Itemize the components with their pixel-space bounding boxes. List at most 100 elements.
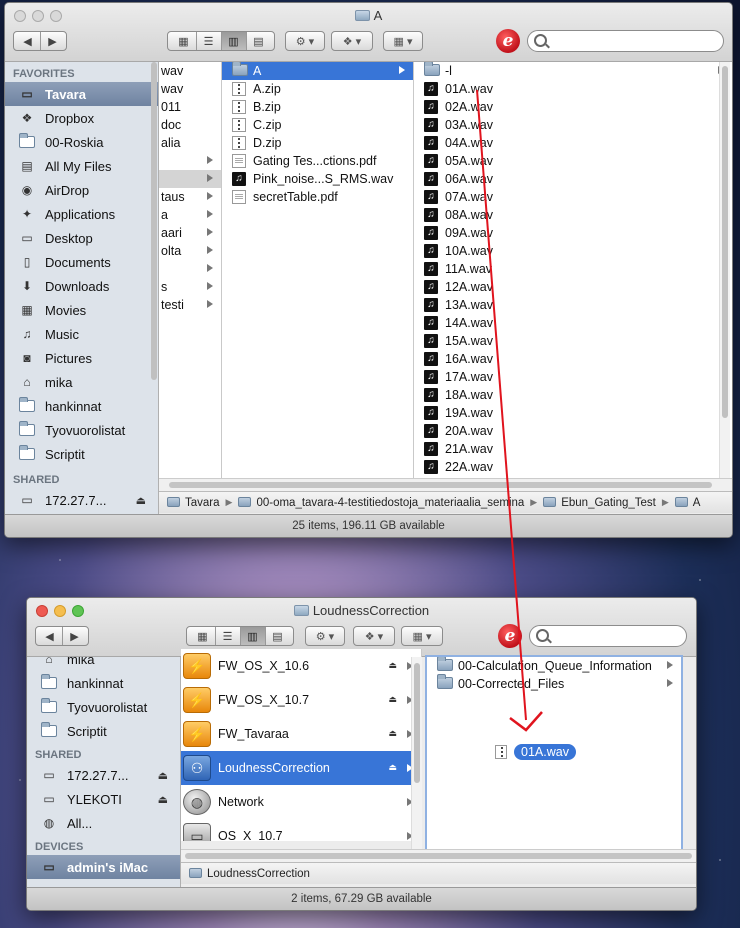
sidebar-item[interactable]: ▯ Documents	[5, 250, 158, 274]
list-item[interactable]: 00-Calculation_Queue_Information	[427, 657, 681, 675]
sidebar-item[interactable]: Scriptit	[27, 719, 180, 743]
coverflow-view-icon[interactable]: ▤	[266, 627, 290, 645]
eject-icon[interactable]: ⏏	[388, 694, 397, 705]
list-item[interactable]: ♫ Pink_noise...S_RMS.wav	[222, 170, 413, 188]
list-item[interactable]: ♫ 07A.wav	[414, 188, 732, 206]
path-segment[interactable]: A	[674, 496, 700, 509]
sidebar-item[interactable]: Scriptit	[5, 442, 158, 466]
list-item[interactable]: ♫ 18A.wav	[414, 386, 732, 404]
list-item[interactable]: B.zip	[222, 98, 413, 116]
list-item[interactable]: secretTable.pdf	[222, 188, 413, 206]
list-item[interactable]: Gating Tes...ctions.pdf	[222, 152, 413, 170]
sidebar-item[interactable]: ▭ Desktop	[5, 226, 158, 250]
dropbox-button[interactable]: ❖ ▾	[353, 626, 395, 646]
list-item[interactable]: ♫ 19A.wav	[414, 404, 732, 422]
eject-icon[interactable]: ⏏	[158, 769, 168, 782]
list-item[interactable]: ♫ 01A.wav	[414, 80, 732, 98]
list-item[interactable]: ♫ 13A.wav	[414, 296, 732, 314]
view-mode-buttons[interactable]: ▦ ☰ ▥ ▤	[167, 31, 275, 51]
forward-icon[interactable]: ▶	[63, 627, 87, 645]
list-item[interactable]: -l	[414, 62, 732, 80]
icon-view-icon[interactable]: ▦	[172, 32, 197, 50]
volume-item[interactable]: ⚇ LoudnessCorrection ⏏	[181, 751, 421, 785]
scroll-thumb[interactable]	[722, 66, 728, 418]
sidebar-item[interactable]: ⌂ mika	[27, 657, 180, 671]
sidebar-item[interactable]: Tyovuorolistat	[27, 695, 180, 719]
icon-view-icon[interactable]: ▦	[191, 627, 216, 645]
action-button[interactable]: ⚙ ▾	[285, 31, 325, 51]
column-view-icon[interactable]: ▥	[240, 627, 266, 645]
list-item[interactable]	[159, 152, 221, 170]
list-item[interactable]: ♫ 06A.wav	[414, 170, 732, 188]
sidebar-item[interactable]: ✦ Applications	[5, 202, 158, 226]
eject-icon[interactable]: ⏏	[388, 660, 397, 671]
sidebar-item[interactable]: ▭ 172.27.7... ⏏	[5, 488, 158, 512]
list-item[interactable]: ♫ 05A.wav	[414, 152, 732, 170]
list-item[interactable]: aari	[159, 224, 221, 242]
scroll-thumb[interactable]	[414, 663, 420, 783]
list-view-icon[interactable]: ☰	[216, 627, 241, 645]
titlebar[interactable]: A ◀ ▶ ▦ ☰ ▥ ▤ ⚙ ▾ ❖ ▾ ▦ ▾ e	[5, 3, 732, 62]
sidebar-item[interactable]: hankinnat	[5, 394, 158, 418]
list-item[interactable]: taus	[159, 188, 221, 206]
horizontal-scrollbar[interactable]	[159, 478, 732, 491]
list-item[interactable]: A.zip	[222, 80, 413, 98]
list-view-icon[interactable]: ☰	[197, 32, 222, 50]
search-input[interactable]	[527, 30, 724, 52]
sidebar-item[interactable]: hankinnat	[27, 671, 180, 695]
back-forward-buttons[interactable]: ◀ ▶	[13, 31, 67, 51]
scroll-thumb[interactable]	[169, 482, 712, 488]
list-item[interactable]: ♫ 22A.wav	[414, 458, 732, 476]
sidebar-item[interactable]: ▦ Movies	[5, 298, 158, 322]
e-logo-icon[interactable]: e	[496, 29, 520, 53]
list-item[interactable]: ♫ 04A.wav	[414, 134, 732, 152]
list-item[interactable]: wav	[159, 80, 221, 98]
list-item[interactable]	[159, 260, 221, 278]
path-segment[interactable]: Ebun_Gating_Test	[543, 496, 656, 509]
list-item[interactable]: ♫ 14A.wav	[414, 314, 732, 332]
list-item[interactable]: ♫ 21A.wav	[414, 440, 732, 458]
scroll-thumb[interactable]	[185, 853, 692, 859]
column-view-icon[interactable]: ▥	[221, 32, 247, 50]
dropbox-button[interactable]: ❖ ▾	[331, 31, 373, 51]
list-item[interactable]: ♫ 16A.wav	[414, 350, 732, 368]
scroll-thumb[interactable]	[151, 62, 157, 380]
sidebar-item[interactable]: ▭ Tavara	[5, 82, 158, 106]
sidebar-item[interactable]: ◍ All...	[27, 811, 180, 835]
list-item[interactable]: 00-Corrected_Files	[427, 674, 681, 693]
sidebar-item[interactable]: ▭ admin's iMac	[27, 855, 180, 879]
sidebar-item[interactable]: ▤ All My Files	[5, 154, 158, 178]
horizontal-scrollbar[interactable]	[181, 849, 696, 862]
path-segment[interactable]: LoudnessCorrection	[189, 867, 310, 880]
back-icon[interactable]: ◀	[38, 627, 63, 645]
search-input[interactable]	[529, 625, 687, 647]
volume-item[interactable]: ⚡ FW_Tavaraa ⏏	[181, 717, 421, 751]
volumes-scrollbar[interactable]	[411, 657, 422, 849]
list-item[interactable]: ♫ 12A.wav	[414, 278, 732, 296]
list-item[interactable]: ♫ 09A.wav	[414, 224, 732, 242]
volume-item[interactable]: ⚡ FW_OS_X_10.7 ⏏	[181, 683, 421, 717]
sidebar-item[interactable]: ❖ Dropbox	[5, 106, 158, 130]
list-item[interactable]: ♫ 15A.wav	[414, 332, 732, 350]
list-item[interactable]: s	[159, 278, 221, 296]
list-item[interactable]: ♫ 17A.wav	[414, 368, 732, 386]
list-item[interactable]: ♫ 20A.wav	[414, 422, 732, 440]
eject-icon[interactable]: ⏏	[158, 793, 168, 806]
folder-scrollbar[interactable]	[682, 657, 692, 849]
sidebar-item[interactable]: ⌂ mika	[5, 370, 158, 394]
list-item[interactable]: ♫ 03A.wav	[414, 116, 732, 134]
sidebar-item[interactable]: Tyovuorolistat	[5, 418, 158, 442]
eject-icon[interactable]: ⏏	[136, 494, 146, 507]
view-mode-buttons[interactable]: ▦ ☰ ▥ ▤	[186, 626, 294, 646]
list-item[interactable]: 011	[159, 98, 221, 116]
sidebar-item[interactable]: 00-Roskia	[5, 130, 158, 154]
sidebar-item[interactable]: ▭ YLEKOTI ⏏	[27, 787, 180, 811]
path-segment[interactable]: 00-oma_tavara-4-testitiedostoja_materiaa…	[238, 496, 524, 509]
list-item[interactable]: A	[222, 62, 413, 80]
list-item[interactable]: olta	[159, 242, 221, 260]
arrange-button[interactable]: ▦ ▾	[401, 626, 443, 646]
sidebar-item[interactable]: ⬇ Downloads	[5, 274, 158, 298]
sidebar-item[interactable]: ▭ 172.27.7... ⏏	[27, 763, 180, 787]
arrange-button[interactable]: ▦ ▾	[383, 31, 423, 51]
sidebar-item[interactable]: ◙ Pictures	[5, 346, 158, 370]
